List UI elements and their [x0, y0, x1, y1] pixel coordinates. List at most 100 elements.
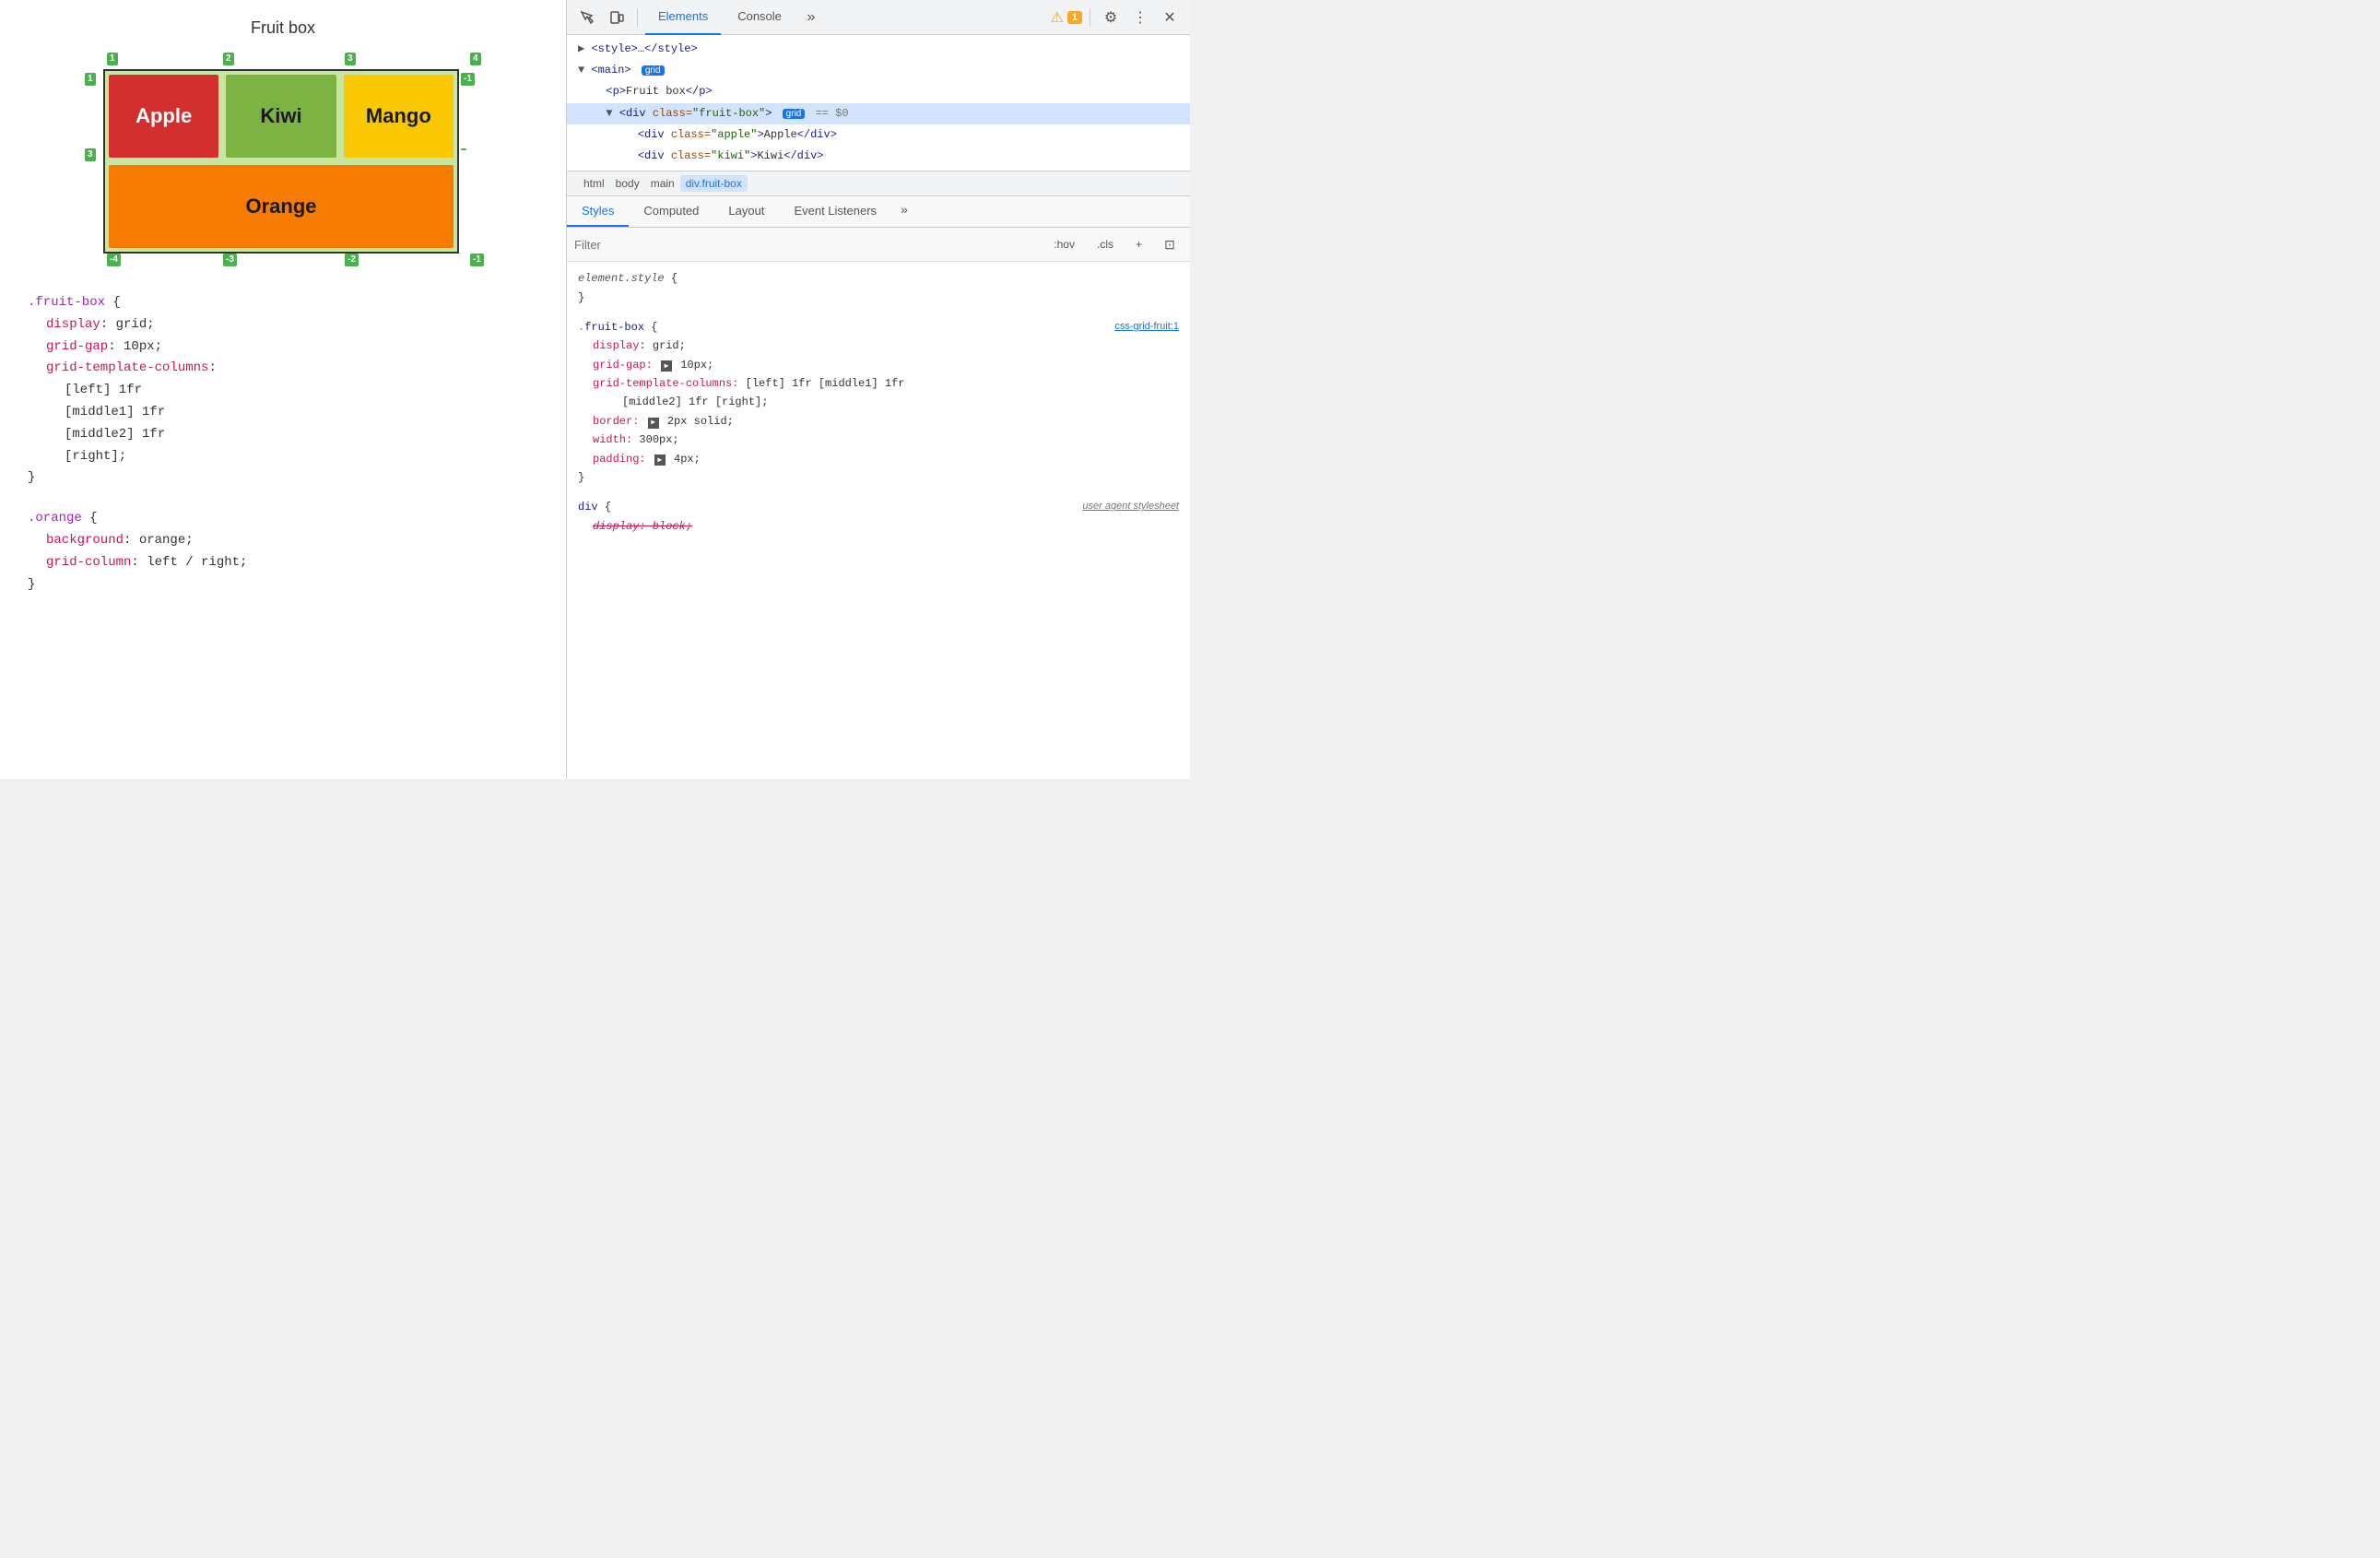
- tree-line-kiwi[interactable]: <div class="kiwi">Kiwi</div>: [567, 146, 1190, 167]
- grid-with-side-nums: 1 2 3 Apple Kiwi Mango Orange -1: [85, 69, 481, 254]
- cls-button[interactable]: .cls: [1090, 236, 1121, 253]
- grid-num-2: 2: [223, 53, 234, 65]
- row-num-right-2: [461, 148, 466, 150]
- tab-computed[interactable]: Computed: [629, 196, 713, 227]
- prop-display: display: grid;: [578, 336, 1179, 355]
- hov-button[interactable]: :hov: [1046, 236, 1082, 253]
- force-element-state[interactable]: ⊡: [1157, 231, 1183, 257]
- prop-width: width: 300px;: [578, 431, 1179, 449]
- code-line-col1: [left] 1fr: [28, 380, 538, 402]
- code-line-selector1: .fruit-box {: [28, 292, 538, 314]
- element-style-selector: element.style {: [578, 269, 1179, 288]
- tab-event-listeners[interactable]: Event Listeners: [779, 196, 891, 227]
- gap-arrow[interactable]: ▶: [661, 360, 672, 372]
- more-tabs-icon[interactable]: »: [798, 5, 824, 30]
- html-tree: ▶ <style>…</style> ▼ <main> grid <p>Frui…: [567, 35, 1190, 171]
- row-num-right-1: -1: [461, 73, 475, 86]
- styles-toolbar: :hov .cls + ⊡: [567, 228, 1190, 262]
- tree-toggle-style[interactable]: ▶: [578, 42, 584, 55]
- prop-gap: grid-gap: ▶ 10px;: [578, 356, 1179, 374]
- prop-border: border: ▶ 2px solid;: [578, 412, 1179, 431]
- main-grid-badge: grid: [642, 65, 665, 76]
- equals-sign: ==: [816, 107, 836, 120]
- styles-content: element.style { } .fruit-box { css-grid-…: [567, 262, 1190, 779]
- inspector-icon[interactable]: [574, 5, 600, 30]
- code-line-selector2: .orange {: [28, 508, 538, 530]
- border-arrow[interactable]: ▶: [648, 418, 659, 429]
- grid-num-3: 3: [345, 53, 356, 65]
- prop-display-block: display: block;: [578, 517, 1179, 536]
- grid-visual-wrapper: 1 2 3 4 1 2 3 Apple Kiwi Mango Orange: [85, 53, 481, 270]
- left-panel: Fruit box 1 2 3 4 1 2 3 Apple Kiwi Mango…: [0, 0, 567, 779]
- prop-template-cols: grid-template-columns: [left] 1fr [middl…: [578, 374, 1179, 393]
- grid-num-1: 1: [107, 53, 118, 65]
- code-line-close1: }: [28, 467, 538, 490]
- close-icon[interactable]: ✕: [1157, 5, 1183, 30]
- code-line-col3: [middle2] 1fr: [28, 424, 538, 446]
- tab-styles[interactable]: Styles: [567, 196, 629, 227]
- dollar-zero: $0: [835, 107, 848, 120]
- fruit-grid-container: Apple Kiwi Mango Orange: [103, 69, 459, 254]
- code-line-col2: [middle1] 1fr: [28, 402, 538, 424]
- tree-line-main[interactable]: ▼ <main> grid: [567, 60, 1190, 81]
- element-style-close: }: [578, 289, 1179, 307]
- fruit-box-rule-header: .fruit-box { css-grid-fruit:1: [578, 318, 1179, 336]
- fruit-box-rule-close: }: [578, 468, 1179, 487]
- grid-num-neg3: -3: [223, 254, 237, 266]
- tree-line-apple[interactable]: <div class="apple">Apple</div>: [567, 124, 1190, 146]
- apple-cell: Apple: [109, 75, 218, 158]
- element-style-rule: element.style { }: [578, 269, 1179, 307]
- orange-cell: Orange: [109, 165, 454, 248]
- code-line-bg: background: orange;: [28, 530, 538, 552]
- more-options-icon[interactable]: ⋮: [1127, 5, 1153, 30]
- grid-num-neg4: -4: [107, 254, 121, 266]
- prop-padding: padding: ▶ 4px;: [578, 450, 1179, 468]
- styles-tabs: Styles Computed Layout Event Listeners »: [567, 196, 1190, 228]
- tab-elements[interactable]: Elements: [645, 0, 721, 35]
- device-icon[interactable]: [604, 5, 630, 30]
- code-block-orange: .orange { background: orange; grid-colum…: [28, 508, 538, 596]
- settings-icon[interactable]: ⚙: [1098, 5, 1124, 30]
- grid-num-4: 4: [470, 53, 481, 65]
- grid-row-numbers-left: 1 2 3: [85, 69, 101, 73]
- grid-col-numbers-top: 1 2 3 4: [103, 53, 481, 69]
- bc-body[interactable]: body: [610, 175, 645, 192]
- prop-template-cols-2: [middle2] 1fr [right];: [578, 393, 1179, 411]
- warning-icon: ⚠: [1051, 8, 1064, 27]
- style-source-link[interactable]: css-grid-fruit:1: [1114, 318, 1179, 336]
- devtools-panel: Elements Console » ⚠ 1 ⚙ ⋮ ✕ ▶ <style>…<…: [567, 0, 1190, 779]
- tab-console[interactable]: Console: [725, 0, 795, 35]
- bc-html[interactable]: html: [578, 175, 610, 192]
- tree-line-fruit-box[interactable]: ▼ <div class="fruit-box"> grid == $0: [567, 103, 1190, 124]
- tree-toggle-main[interactable]: ▼: [578, 64, 584, 77]
- grid-num-neg2: -2: [345, 254, 359, 266]
- more-styles-tabs[interactable]: »: [891, 196, 917, 222]
- bc-fruit-box[interactable]: div.fruit-box: [680, 175, 748, 192]
- grid-col-numbers-bottom: -4 -3 -2 -1: [103, 254, 481, 270]
- add-style-button[interactable]: +: [1128, 236, 1149, 253]
- breadcrumb: html body main div.fruit-box: [567, 171, 1190, 196]
- fruit-grid: Apple Kiwi Mango Orange: [103, 69, 459, 254]
- code-line-col4: [right];: [28, 446, 538, 468]
- tree-line-style[interactable]: ▶ <style>…</style>: [567, 39, 1190, 60]
- bc-main[interactable]: main: [645, 175, 680, 192]
- code-line-grid-col: grid-column: left / right;: [28, 552, 538, 574]
- padding-arrow[interactable]: ▶: [654, 454, 666, 466]
- row-num-3: 3: [85, 148, 96, 161]
- warning-count: 1: [1067, 11, 1082, 24]
- filter-input[interactable]: [574, 238, 1039, 252]
- user-agent-source: user agent stylesheet: [1082, 498, 1179, 515]
- row-num-1: 1: [85, 73, 96, 86]
- tree-toggle-fruitbox[interactable]: ▼: [606, 107, 612, 120]
- code-line-display: display: grid;: [28, 314, 538, 336]
- code-section: .fruit-box { display: grid; grid-gap: 10…: [28, 292, 538, 596]
- kiwi-cell: Kiwi: [226, 75, 336, 158]
- div-rule-header: div { user agent stylesheet: [578, 498, 1179, 516]
- grid-num-neg1: -1: [470, 254, 484, 266]
- grid-row-numbers-right: -1: [461, 69, 481, 73]
- tree-line-p[interactable]: <p>Fruit box</p>: [567, 81, 1190, 102]
- code-line-gap: grid-gap: 10px;: [28, 336, 538, 359]
- mango-cell: Mango: [344, 75, 454, 158]
- tab-layout[interactable]: Layout: [713, 196, 779, 227]
- styles-panel: Styles Computed Layout Event Listeners »…: [567, 196, 1190, 779]
